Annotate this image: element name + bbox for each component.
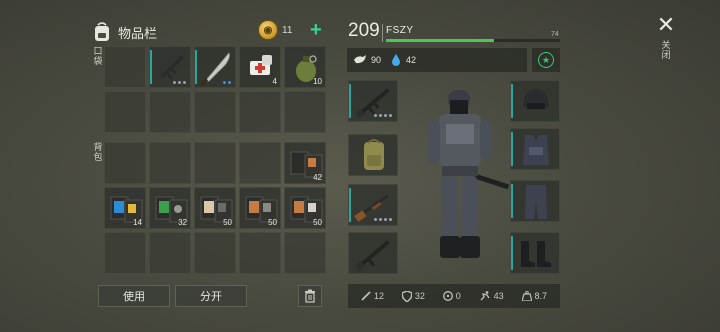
inventory-slot[interactable]: [194, 232, 236, 274]
close-label: 关闭: [661, 40, 671, 60]
pockets-grid: 4 10: [104, 46, 326, 133]
xp-max: 74: [551, 31, 559, 38]
attack-stat: 12: [361, 291, 384, 301]
inventory-slot[interactable]: [149, 142, 191, 184]
equip-slot-primary[interactable]: [348, 80, 398, 122]
inventory-slot[interactable]: [194, 142, 236, 184]
inventory-slot[interactable]: [239, 232, 281, 274]
currency-display: ◉ 11 +: [258, 20, 322, 40]
inventory-slot[interactable]: [104, 91, 146, 133]
rarity-dots: [173, 81, 186, 84]
backpack-icon: [92, 21, 112, 43]
close-icon[interactable]: ✕: [657, 14, 675, 36]
split-button[interactable]: 分开: [175, 285, 247, 307]
equip-slot-secondary[interactable]: [348, 184, 398, 226]
equip-slot-pants[interactable]: [510, 180, 560, 222]
pants-icon: [525, 185, 547, 219]
inventory-slot-machete[interactable]: [194, 46, 236, 88]
helmet-icon: [523, 89, 549, 109]
water-stat: 42: [391, 54, 416, 66]
backpack-label: 背包: [93, 142, 103, 162]
inventory-slot[interactable]: [239, 142, 281, 184]
use-button[interactable]: 使用: [98, 285, 170, 307]
player-level: 209: [348, 20, 380, 41]
rarity-dots: [223, 81, 231, 84]
character-model: [428, 90, 510, 258]
player-name: FSZY: [386, 25, 414, 36]
food-icon: [354, 55, 366, 64]
inventory-slot-medkit[interactable]: 4: [239, 46, 281, 88]
inventory-slot[interactable]: [104, 232, 146, 274]
survival-stats: 90 42: [347, 48, 527, 72]
divider: [382, 24, 383, 42]
inventory-slot[interactable]: [149, 91, 191, 133]
defense-stat: 32: [401, 290, 425, 302]
equip-slot-boots[interactable]: [510, 232, 560, 274]
item-count: 50: [313, 218, 322, 227]
weight-stat: 8.7: [521, 291, 547, 301]
inventory-header: 物品栏: [92, 18, 157, 46]
inventory-slot[interactable]: [149, 232, 191, 274]
radiation-icon: [442, 291, 453, 301]
inventory-slot[interactable]: [194, 91, 236, 133]
water-icon: [392, 54, 400, 66]
inventory-slot-recipe[interactable]: 50: [194, 187, 236, 229]
equip-slot-helmet[interactable]: [510, 80, 560, 122]
close-button[interactable]: ✕ 关闭: [652, 14, 680, 61]
equip-slot-backpack[interactable]: [348, 134, 398, 176]
star-icon: ★: [538, 52, 554, 68]
weight-icon: [521, 291, 532, 301]
inventory-slot-recipe[interactable]: 42: [284, 142, 326, 184]
inventory-slot[interactable]: [284, 232, 326, 274]
inventory-slot-recipe[interactable]: 32: [149, 187, 191, 229]
coin-icon: ◉: [258, 20, 278, 40]
skills-button[interactable]: ★: [532, 48, 560, 72]
trash-icon: [305, 289, 315, 303]
trash-button[interactable]: [298, 285, 322, 307]
inventory-slot-recipe[interactable]: 50: [239, 187, 281, 229]
rarity-dots: [374, 218, 392, 221]
backpack-icon: [364, 139, 384, 170]
food-stat: 90: [353, 54, 381, 66]
inventory-slot[interactable]: [104, 142, 146, 184]
inventory-title: 物品栏: [118, 25, 158, 41]
radiation-stat: 0: [442, 291, 461, 301]
backpack-grid: 42 14 32 50 50 50: [104, 142, 326, 274]
plus-icon[interactable]: +: [310, 20, 322, 40]
item-count: 14: [133, 218, 142, 227]
inventory-slot[interactable]: [104, 46, 146, 88]
running-icon: [480, 291, 490, 301]
shield-icon: [401, 290, 412, 302]
inventory-slot-rifle[interactable]: [149, 46, 191, 88]
item-count: 4: [272, 77, 277, 86]
equip-slot-vest[interactable]: [510, 128, 560, 170]
inventory-slot[interactable]: [284, 91, 326, 133]
item-count: 10: [313, 77, 322, 86]
item-count: 32: [178, 218, 187, 227]
xp-bar-fill: [386, 39, 494, 42]
inventory-slot-recipe[interactable]: 14: [104, 187, 146, 229]
speed-stat: 43: [479, 291, 504, 301]
pockets-label: 口袋: [93, 46, 103, 66]
item-count: 50: [268, 218, 277, 227]
boots-icon: [521, 241, 551, 267]
rifle-icon: [355, 240, 390, 271]
item-count: 50: [223, 218, 232, 227]
equip-slot-tertiary[interactable]: [348, 232, 398, 274]
rarity-dots: [374, 114, 392, 117]
coin-count: 11: [282, 24, 293, 36]
inventory-slot-recipe[interactable]: 50: [284, 187, 326, 229]
vest-icon: [523, 135, 549, 165]
combat-stats: 12 32 0 43 8.7: [348, 284, 560, 308]
inventory-slot-grenade[interactable]: 10: [284, 46, 326, 88]
inventory-slot[interactable]: [239, 91, 281, 133]
item-count: 42: [313, 173, 322, 182]
sword-icon: [361, 291, 371, 301]
